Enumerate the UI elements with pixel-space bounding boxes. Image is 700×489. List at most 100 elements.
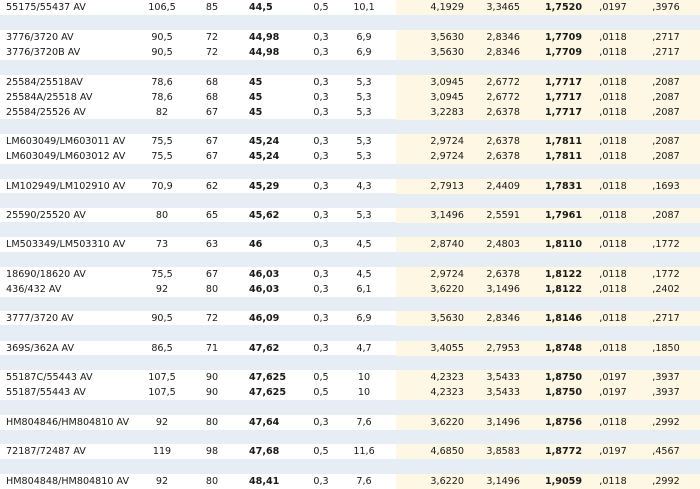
cage-diameter-in: 3,1496: [486, 417, 520, 428]
separator-band: [0, 15, 700, 30]
separator-band: [0, 459, 700, 474]
cage-diameter-in: 2,6378: [486, 136, 520, 147]
cage-diameter-in: 3,5433: [486, 372, 520, 383]
separator-band: [0, 355, 700, 370]
width-in: ,2087: [652, 151, 680, 162]
outer-diameter-in: 3,5630: [430, 313, 464, 324]
table-row: 436/432 AV 92 80 46,03 0,3 6,1 3,6220 3,1496 1,8…: [0, 282, 700, 297]
chamfer-in: ,0197: [599, 2, 627, 13]
width-mm: 4,5: [356, 239, 372, 250]
bearing-designation: 3776/3720 AV: [6, 32, 74, 43]
table-row: HM804848/HM804810 AV 92 80 48,41 0,3 7,6 3,622…: [0, 474, 700, 489]
outer-diameter-mm: 92: [155, 476, 169, 487]
bore-diameter-in: 1,7709: [544, 32, 582, 43]
outer-diameter-mm: 90,5: [151, 47, 173, 58]
width-in: ,2087: [652, 107, 680, 118]
chamfer-mm: 0,3: [313, 92, 329, 103]
width-mm: 11,6: [353, 446, 375, 457]
cage-diameter-in: 2,4803: [486, 239, 520, 250]
bearing-designation: LM503349/LM503310 AV: [6, 239, 126, 250]
chamfer-mm: 0,3: [313, 417, 329, 428]
outer-diameter-in: 2,9724: [430, 136, 464, 147]
bore-diameter-mm: 47,68: [249, 446, 280, 457]
cage-diameter-mm: 80: [205, 417, 219, 428]
separator-band: [0, 60, 700, 75]
width-mm: 10: [357, 387, 371, 398]
table-row: 25584A/25518 AV 78,6 68 45 0,3 5,3 3,0945 2,677…: [0, 90, 700, 105]
bore-diameter-mm: 45,29: [249, 181, 280, 192]
chamfer-in: ,0118: [599, 136, 627, 147]
chamfer-in: ,0118: [599, 284, 627, 295]
outer-diameter-in: 3,0945: [430, 92, 464, 103]
table-row: 3777/3720 AV 90,5 72 46,09 0,3 6,9 3,5630 2,834…: [0, 311, 700, 326]
chamfer-in: ,0118: [599, 476, 627, 487]
chamfer-in: ,0118: [599, 107, 627, 118]
cage-diameter-mm: 68: [205, 77, 219, 88]
width-mm: 4,7: [356, 343, 372, 354]
cage-diameter-in: 2,6378: [486, 107, 520, 118]
cage-diameter-in: 2,8346: [486, 313, 520, 324]
cage-diameter-in: 2,8346: [486, 32, 520, 43]
cage-diameter-in: 3,5433: [486, 387, 520, 398]
cage-diameter-in: 3,1496: [486, 476, 520, 487]
outer-diameter-mm: 70,9: [151, 181, 173, 192]
cage-diameter-in: 2,6772: [486, 92, 520, 103]
outer-diameter-mm: 86,5: [151, 343, 173, 354]
bore-diameter-in: 1,7717: [544, 107, 582, 118]
width-mm: 6,9: [356, 32, 372, 43]
width-mm: 6,9: [356, 313, 372, 324]
chamfer-mm: 0,5: [313, 387, 329, 398]
bore-diameter-in: 1,7709: [544, 47, 582, 58]
bore-diameter-mm: 45,62: [249, 210, 280, 221]
separator-band: [0, 400, 700, 415]
bore-diameter-in: 1,8750: [544, 387, 582, 398]
width-mm: 5,3: [356, 107, 372, 118]
outer-diameter-in: 3,6220: [430, 284, 464, 295]
table-row: 25584/25518AV 78,6 68 45 0,3 5,3 3,0945 2,6772 1…: [0, 75, 700, 90]
table-row: LM503349/LM503310 AV 73 63 46 0,3 4,5 2,8740 2,…: [0, 237, 700, 252]
bore-diameter-in: 1,7717: [544, 77, 582, 88]
bore-diameter-mm: 46,09: [249, 313, 280, 324]
width-in: ,3937: [652, 387, 680, 398]
bearing-designation: 436/432 AV: [6, 284, 62, 295]
width-in: ,2717: [652, 313, 680, 324]
outer-diameter-mm: 80: [155, 210, 169, 221]
bore-diameter-in: 1,8750: [544, 372, 582, 383]
cage-diameter-mm: 72: [205, 32, 219, 43]
bearing-designation: LM603049/LM603011 AV: [6, 136, 126, 147]
bore-diameter-in: 1,8756: [544, 417, 582, 428]
bore-diameter-mm: 45,24: [249, 151, 280, 162]
chamfer-mm: 0,3: [313, 151, 329, 162]
cage-diameter-mm: 63: [205, 239, 219, 250]
cage-diameter-mm: 67: [205, 151, 219, 162]
chamfer-mm: 0,3: [313, 239, 329, 250]
bore-diameter-mm: 45: [249, 92, 263, 103]
chamfer-in: ,0118: [599, 92, 627, 103]
bore-diameter-in: 1,8122: [544, 269, 582, 280]
separator-band: [0, 252, 700, 267]
bearing-designation: 18690/18620 AV: [6, 269, 86, 280]
chamfer-in: ,0118: [599, 269, 627, 280]
outer-diameter-mm: 75,5: [151, 151, 173, 162]
cage-diameter-mm: 90: [205, 372, 219, 383]
outer-diameter-in: 3,0945: [430, 77, 464, 88]
outer-diameter-in: 3,5630: [430, 32, 464, 43]
chamfer-in: ,0118: [599, 239, 627, 250]
bore-diameter-mm: 46,03: [249, 269, 280, 280]
cage-diameter-mm: 72: [205, 313, 219, 324]
outer-diameter-mm: 75,5: [151, 269, 173, 280]
outer-diameter-mm: 82: [155, 107, 169, 118]
bore-diameter-mm: 47,62: [249, 343, 280, 354]
width-in: ,1772: [652, 239, 680, 250]
chamfer-mm: 0,3: [313, 313, 329, 324]
bore-diameter-mm: 45: [249, 77, 263, 88]
table-row: HM804846/HM804810 AV 92 80 47,64 0,3 7,6 3,622…: [0, 415, 700, 430]
outer-diameter-mm: 73: [155, 239, 169, 250]
bearing-designation: 3777/3720 AV: [6, 313, 74, 324]
chamfer-in: ,0118: [599, 151, 627, 162]
cage-diameter-in: 2,4409: [486, 181, 520, 192]
cage-diameter-mm: 71: [205, 343, 219, 354]
chamfer-mm: 0,3: [313, 269, 329, 280]
bearing-data-table: 55175/55437 AV 106,5 85 44,5 0,5 10,1 4,1929 3,…: [0, 0, 700, 489]
cage-diameter-in: 3,8583: [486, 446, 520, 457]
